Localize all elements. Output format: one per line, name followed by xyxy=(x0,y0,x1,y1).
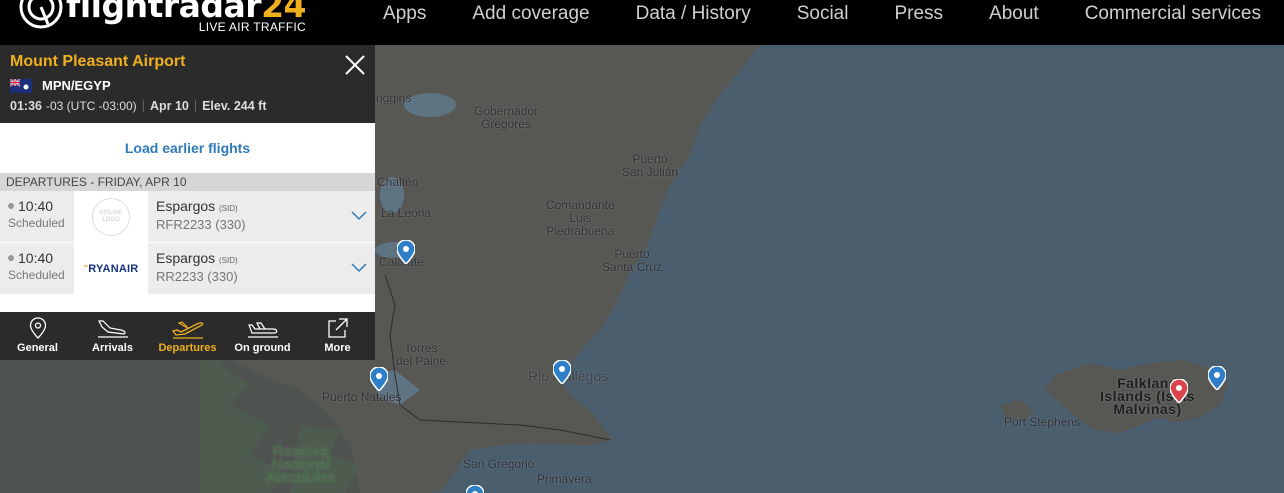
timezone: -03 (UTC -03:00) xyxy=(45,99,137,113)
nav-data-history[interactable]: Data / History xyxy=(613,0,774,28)
tab-departures-label: Departures xyxy=(158,342,217,354)
flight-number: RR2233 (330) xyxy=(156,269,238,284)
map-label-reserva-nacional-alacalufes: Reserva Nacional Alacalufes xyxy=(266,443,336,486)
nav-commercial-services[interactable]: Commercial services xyxy=(1062,0,1284,28)
map-pin-icon xyxy=(29,317,46,339)
airport-panel-header: Mount Pleasant Airport MPN/EGYP 01:36 -0… xyxy=(0,45,375,123)
main-nav: Apps Add coverage Data / History Social … xyxy=(360,0,1284,28)
ryanair-logo: ᵔRYANAIR xyxy=(84,263,139,275)
flight-destination-cell: Espargos (SID) RFR2233 (330) xyxy=(148,191,375,242)
airport-name: Mount Pleasant Airport xyxy=(10,53,186,70)
map-label-comandante-luis-piedrabuena: Comandante Luis Piedrabuena xyxy=(546,198,615,238)
external-link-icon xyxy=(327,318,348,338)
tab-more-label: More xyxy=(324,342,351,354)
flight-destination: Espargos xyxy=(156,198,216,214)
nav-add-coverage[interactable]: Add coverage xyxy=(449,0,612,28)
airport-pin-icon[interactable] xyxy=(466,485,484,493)
departures-section-header: DEPARTURES - FRIDAY, APR 10 xyxy=(0,173,375,191)
map-label-primavera: Primavera xyxy=(537,472,592,486)
map-label-riggins: riggins xyxy=(376,91,412,105)
airline-logo-placeholder: AIRLINE LOGO xyxy=(92,197,130,236)
ryanair-logo-text: RYANAIR xyxy=(88,262,139,275)
local-time: 01:36 xyxy=(10,99,42,113)
map-label-puerto-san-julian: Puerto San Julián xyxy=(622,152,679,179)
radar-logo-icon xyxy=(19,0,63,29)
tab-on-ground[interactable]: On ground xyxy=(225,312,300,360)
chevron-down-icon[interactable] xyxy=(351,211,367,221)
map-label-chalten: Chaltén xyxy=(377,175,419,189)
local-date: Apr 10 xyxy=(149,99,189,113)
tab-arrivals-label: Arrivals xyxy=(92,342,133,354)
arrival-plane-icon xyxy=(97,320,128,338)
map-label-la-leona: La Leona xyxy=(381,206,432,220)
tab-on-ground-label: On ground xyxy=(234,342,291,354)
flight-destination-cell: Espargos (SID) RR2233 (330) xyxy=(148,243,375,294)
nav-social[interactable]: Social xyxy=(774,0,872,28)
load-earlier-flights-button[interactable]: Load earlier flights xyxy=(0,123,375,173)
airport-pin-icon[interactable] xyxy=(370,367,388,391)
airport-info-row: 01:36 -03 (UTC -03:00) | Apr 10 | Elev. … xyxy=(10,99,365,113)
elevation: Elev. 244 ft xyxy=(202,99,267,113)
flight-row[interactable]: 10:40 Scheduled ᵔRYANAIR Espargos (SID) … xyxy=(0,243,375,295)
flight-number: RFR2233 (330) xyxy=(156,217,246,232)
flightradar24-logo[interactable]: flightradar24 LIVE AIR TRAFFIC xyxy=(18,0,307,44)
nav-about[interactable]: About xyxy=(966,0,1062,28)
falkland-flag-icon xyxy=(10,78,32,93)
airline-logo-cell: AIRLINE LOGO xyxy=(74,191,148,242)
nav-apps[interactable]: Apps xyxy=(360,0,449,28)
flight-row[interactable]: 10:40 Scheduled AIRLINE LOGO Espargos (S… xyxy=(0,191,375,243)
top-navigation-bar: flightradar24 LIVE AIR TRAFFIC Apps Add … xyxy=(0,0,1284,45)
tab-general[interactable]: General xyxy=(0,312,75,360)
flight-time: 10:40 xyxy=(18,250,54,266)
flight-status: Scheduled xyxy=(8,216,65,230)
destination-code: (SID) xyxy=(219,204,238,213)
map-label-torres-del-paine: Torres del Paine xyxy=(396,341,447,368)
flight-time-cell: 10:40 Scheduled xyxy=(0,191,74,242)
map-label-port-stephens: Port Stephens xyxy=(1004,415,1081,429)
airport-panel-tabs: General Arrivals Departures On ground Mo… xyxy=(0,312,375,360)
departure-plane-icon xyxy=(171,321,203,339)
airline-logo-cell: ᵔRYANAIR xyxy=(74,243,148,294)
flight-status: Scheduled xyxy=(8,268,65,282)
airport-pin-icon[interactable] xyxy=(553,360,571,384)
tab-arrivals[interactable]: Arrivals xyxy=(75,312,150,360)
tab-departures[interactable]: Departures xyxy=(150,312,225,360)
grounded-plane-icon xyxy=(247,322,278,338)
airport-info-panel: Mount Pleasant Airport MPN/EGYP 01:36 -0… xyxy=(0,45,375,360)
status-dot-icon xyxy=(8,255,14,261)
airport-pin-icon[interactable] xyxy=(1208,366,1226,390)
tab-more[interactable]: More xyxy=(300,312,375,360)
nav-press[interactable]: Press xyxy=(871,0,966,28)
chevron-down-icon[interactable] xyxy=(351,263,367,273)
map-label-gobernador-gregores: Gobernador Gregores xyxy=(474,104,539,131)
status-dot-icon xyxy=(8,203,14,209)
destination-code: (SID) xyxy=(219,256,238,265)
airport-pin-icon[interactable] xyxy=(397,240,415,264)
selected-airport-pin-icon[interactable] xyxy=(1170,379,1188,403)
flight-time-cell: 10:40 Scheduled xyxy=(0,243,74,294)
map-label-puerto-santa-cruz: Puerto Santa Cruz xyxy=(602,247,663,274)
tab-general-label: General xyxy=(17,342,58,354)
flight-destination: Espargos xyxy=(156,250,216,266)
flight-time: 10:40 xyxy=(18,198,54,214)
airport-code-row: MPN/EGYP xyxy=(10,78,365,93)
map-label-puerto-natales: Puerto Natales xyxy=(322,390,402,404)
close-icon[interactable] xyxy=(345,55,365,75)
separator: | xyxy=(141,99,145,113)
list-spacer xyxy=(0,295,375,312)
logo-text: flightradar24 LIVE AIR TRAFFIC xyxy=(66,0,307,34)
separator: | xyxy=(193,99,198,113)
map-label-san-gregorio: San Gregorio xyxy=(463,457,535,471)
airport-code: MPN/EGYP xyxy=(42,78,111,93)
